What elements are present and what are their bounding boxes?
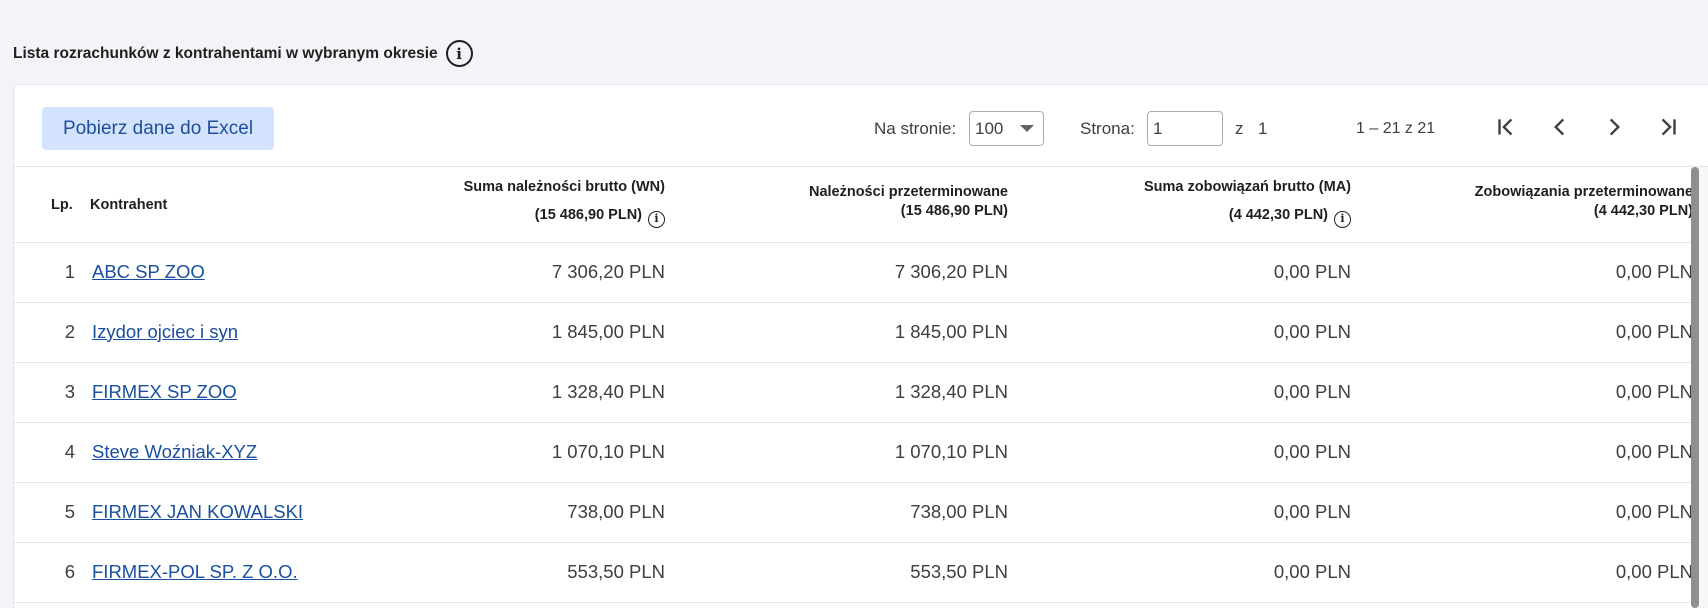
table-row: 6 FIRMEX-POL SP. Z O.O. 553,50 PLN 553,5… xyxy=(14,543,1708,603)
row-ma: 0,00 PLN xyxy=(1273,501,1351,522)
row-overdue: 738,00 PLN xyxy=(910,501,1008,522)
header-lp[interactable]: Lp. xyxy=(51,191,73,219)
info-icon[interactable]: i xyxy=(648,210,665,228)
header-ma-total-line: (4 442,30 PLN) i xyxy=(1031,201,1351,229)
next-page-icon xyxy=(1609,118,1621,136)
header-ma-title: Suma zobowiązań brutto (MA) xyxy=(1143,179,1351,195)
row-lp: 6 xyxy=(64,561,75,582)
section-header: Lista rozrachunków z kontrahentami w wyb… xyxy=(13,40,473,67)
section-title: Lista rozrachunków z kontrahentami w wyb… xyxy=(13,44,438,62)
row-ma-overdue: 0,00 PLN xyxy=(1615,321,1693,342)
contractor-link[interactable]: ABC SP ZOO xyxy=(92,261,205,283)
contractor-link[interactable]: Izydor ojciec i syn xyxy=(92,321,238,343)
row-ma: 0,00 PLN xyxy=(1273,561,1351,582)
table-header: Lp. Kontrahent Suma należności brutto (W… xyxy=(14,167,1708,243)
row-overdue: 1 070,10 PLN xyxy=(894,441,1008,462)
row-lp: 1 xyxy=(64,261,75,282)
header-wn-total-line: (15 486,90 PLN) i xyxy=(345,201,665,229)
per-page-value: 100 xyxy=(975,118,1004,138)
range-text: 1 – 21 z 21 xyxy=(1356,120,1436,137)
row-ma: 0,00 PLN xyxy=(1273,321,1351,342)
header-wn[interactable]: Suma należności brutto (WN) (15 486,90 P… xyxy=(345,173,665,229)
last-page-icon xyxy=(1661,118,1676,136)
row-overdue: 1 328,40 PLN xyxy=(894,381,1008,402)
row-overdue: 7 306,20 PLN xyxy=(894,261,1008,282)
header-ma[interactable]: Suma zobowiązań brutto (MA) (4 442,30 PL… xyxy=(1031,173,1351,229)
per-page-label: Na stronie: xyxy=(874,119,957,138)
row-ma-overdue: 0,00 PLN xyxy=(1615,261,1693,282)
header-ma-overdue-title: Zobowiązania przeterminowane xyxy=(1474,184,1693,200)
of-label: z xyxy=(1235,119,1244,138)
table-row: 4 Steve Woźniak-XYZ 1 070,10 PLN 1 070,1… xyxy=(14,423,1708,483)
row-ma: 0,00 PLN xyxy=(1273,441,1351,462)
row-wn: 7 306,20 PLN xyxy=(551,261,665,282)
row-lp: 2 xyxy=(64,321,75,342)
first-page-icon xyxy=(1498,118,1513,136)
row-wn: 1 070,10 PLN xyxy=(551,441,665,462)
info-icon[interactable]: i xyxy=(1334,210,1351,228)
table-row: 1 ABC SP ZOO 7 306,20 PLN 7 306,20 PLN 0… xyxy=(14,243,1708,303)
chevron-down-icon xyxy=(1020,125,1034,132)
header-ma-overdue-total: (4 442,30 PLN) xyxy=(1593,203,1693,219)
row-lp: 4 xyxy=(64,441,75,462)
row-wn: 738,00 PLN xyxy=(567,501,665,522)
header-wn-total: (15 486,90 PLN) xyxy=(534,207,642,223)
settlements-card: Pobierz dane do Excel Na stronie: 100 St… xyxy=(13,84,1708,608)
per-page-select[interactable]: 100 xyxy=(969,111,1044,146)
row-ma: 0,00 PLN xyxy=(1273,381,1351,402)
header-kontrahent[interactable]: Kontrahent xyxy=(90,191,167,219)
row-wn: 553,50 PLN xyxy=(567,561,665,582)
header-overdue-total: (15 486,90 PLN) xyxy=(900,203,1008,219)
table-row: 3 FIRMEX SP ZOO 1 328,40 PLN 1 328,40 PL… xyxy=(14,363,1708,423)
header-overdue[interactable]: Należności przeterminowane (15 486,90 PL… xyxy=(688,183,1008,221)
row-ma-overdue: 0,00 PLN xyxy=(1615,441,1693,462)
header-overdue-title: Należności przeterminowane xyxy=(808,184,1008,200)
total-pages: 1 xyxy=(1258,119,1268,138)
next-page-button[interactable] xyxy=(1594,107,1634,147)
row-ma-overdue: 0,00 PLN xyxy=(1615,501,1693,522)
row-ma-overdue: 0,00 PLN xyxy=(1615,381,1693,402)
info-icon[interactable]: i xyxy=(445,40,473,67)
contractor-link[interactable]: FIRMEX SP ZOO xyxy=(92,381,237,403)
row-lp: 3 xyxy=(64,381,75,402)
last-page-button[interactable] xyxy=(1648,107,1688,147)
row-wn: 1 328,40 PLN xyxy=(551,381,665,402)
prev-page-icon xyxy=(1553,118,1565,136)
row-lp: 5 xyxy=(64,501,75,522)
export-excel-button[interactable]: Pobierz dane do Excel xyxy=(42,107,274,150)
row-wn: 1 845,00 PLN xyxy=(551,321,665,342)
table-row: 2 Izydor ojciec i syn 1 845,00 PLN 1 845… xyxy=(14,303,1708,363)
page-label: Strona: xyxy=(1080,119,1135,138)
row-overdue: 1 845,00 PLN xyxy=(894,321,1008,342)
contractor-link[interactable]: FIRMEX JAN KOWALSKI xyxy=(92,501,303,523)
header-ma-overdue[interactable]: Zobowiązania przeterminowane (4 442,30 P… xyxy=(1373,183,1693,221)
page-input[interactable] xyxy=(1147,111,1223,146)
row-overdue: 553,50 PLN xyxy=(910,561,1008,582)
header-ma-total: (4 442,30 PLN) xyxy=(1228,207,1328,223)
table-toolbar: Pobierz dane do Excel Na stronie: 100 St… xyxy=(14,85,1708,167)
row-ma: 0,00 PLN xyxy=(1273,261,1351,282)
scrollbar-thumb[interactable] xyxy=(1691,167,1699,608)
row-ma-overdue: 0,00 PLN xyxy=(1615,561,1693,582)
contractor-link[interactable]: FIRMEX-POL SP. Z O.O. xyxy=(92,561,298,583)
first-page-button[interactable] xyxy=(1486,107,1526,147)
prev-page-button[interactable] xyxy=(1540,107,1580,147)
contractor-link[interactable]: Steve Woźniak-XYZ xyxy=(92,441,257,463)
table-row: 5 FIRMEX JAN KOWALSKI 738,00 PLN 738,00 … xyxy=(14,483,1708,543)
header-wn-title: Suma należności brutto (WN) xyxy=(463,179,665,195)
